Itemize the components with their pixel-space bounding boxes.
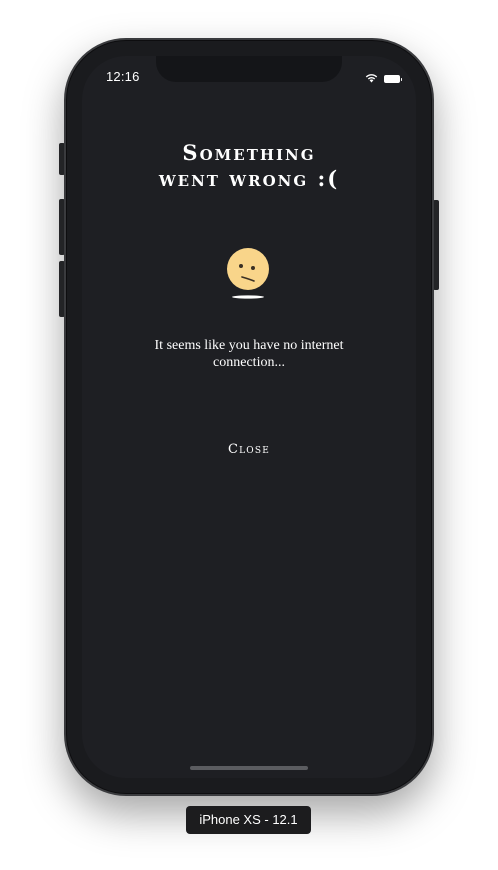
status-icons	[365, 70, 402, 88]
confused-face-icon	[226, 247, 272, 299]
phone-screen: 12:16 Something went wrong :(It seems l…	[82, 56, 416, 778]
error-title-line-1: Something	[182, 140, 316, 165]
simulator-stage: 12:16 Something went wrong :(It seems l…	[0, 0, 498, 870]
notch	[156, 56, 342, 82]
close-button[interactable]: Close	[199, 438, 299, 462]
battery-icon	[384, 75, 402, 83]
home-indicator[interactable]	[190, 766, 308, 770]
error-title-line-2: went wrong :(	[158, 166, 340, 191]
error-message: It seems like you have no internet conne…	[154, 338, 344, 370]
error-title: Something went wrong :(	[82, 140, 416, 192]
wifi-icon	[365, 70, 378, 88]
simulator-device-label: iPhone XS - 12.1	[186, 806, 311, 834]
status-time: 12:16	[106, 69, 140, 84]
